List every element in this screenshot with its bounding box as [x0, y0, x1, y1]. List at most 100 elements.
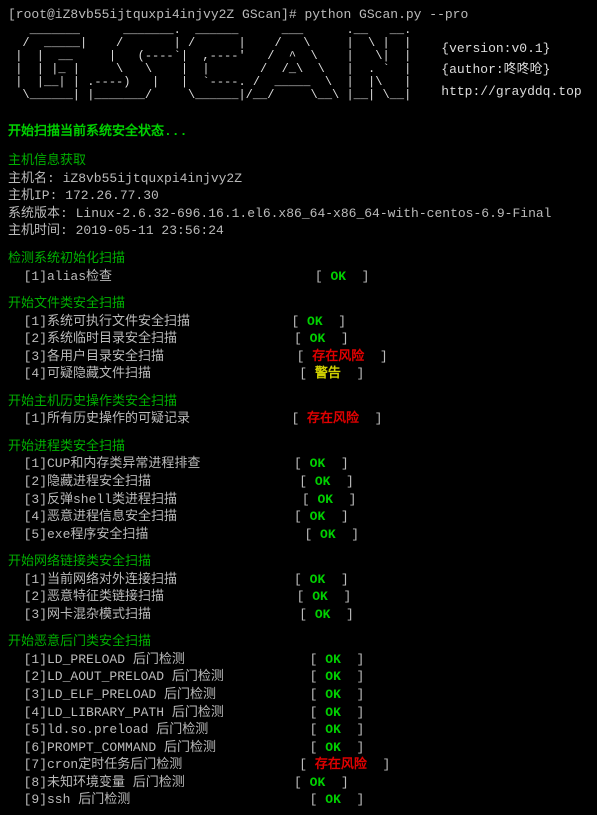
status-text: OK — [330, 269, 346, 284]
bracket-open: [ — [291, 314, 307, 329]
bracket-close: ] — [341, 705, 364, 720]
bracket-open: [ — [294, 509, 310, 524]
bracket-open: [ — [299, 474, 315, 489]
scan-item-row: [8]未知环境变量 后门检测 [ OK ] — [8, 774, 589, 792]
bracket-close: ] — [359, 411, 382, 426]
section-header: 开始恶意后门类安全扫描 — [8, 633, 589, 651]
bracket-open: [ — [297, 349, 313, 364]
bracket-open: [ — [310, 669, 326, 684]
scan-item-label: [2]恶意特征类链接扫描 — [8, 589, 297, 604]
section-header: 开始网络链接类安全扫描 — [8, 553, 589, 571]
status-text: OK — [307, 314, 323, 329]
bracket-close: ] — [330, 474, 353, 489]
section-header: 检测系统初始化扫描 — [8, 250, 589, 268]
url-text: http://grayddq.top — [441, 83, 581, 101]
scan-item-label: [4]恶意进程信息安全扫描 — [8, 509, 294, 524]
scan-item-label: [6]PROMPT_COMMAND 后门检测 — [8, 740, 310, 755]
section-header: 开始主机历史操作类安全扫描 — [8, 393, 589, 411]
bracket-close: ] — [325, 456, 348, 471]
bracket-open: [ — [302, 492, 318, 507]
bracket-close: ] — [328, 589, 351, 604]
bracket-open: [ — [299, 607, 315, 622]
scan-item-row: [9]ssh 后门检测 [ OK ] — [8, 791, 589, 809]
status-text: OK — [317, 492, 333, 507]
scan-item-row: [2]LD_AOUT_PRELOAD 后门检测 [ OK ] — [8, 668, 589, 686]
bracket-close: ] — [323, 314, 346, 329]
status-text: OK — [325, 792, 341, 807]
bracket-open: [ — [294, 572, 310, 587]
scan-item-row: [1]当前网络对外连接扫描 [ OK ] — [8, 571, 589, 589]
scan-item-label: [5]ld.so.preload 后门检测 — [8, 722, 310, 737]
scan-item-row: [1]系统可执行文件安全扫描 [ OK ] — [8, 313, 589, 331]
bracket-open: [ — [310, 740, 326, 755]
host-name-line: 主机名: iZ8vb55ijtquxpi4injvy2Z — [8, 170, 589, 188]
bracket-open: [ — [310, 705, 326, 720]
scan-item-row: [1]LD_PRELOAD 后门检测 [ OK ] — [8, 651, 589, 669]
host-ip-line: 主机IP: 172.26.77.30 — [8, 187, 589, 205]
status-text: 警告 — [315, 366, 341, 381]
status-text: OK — [315, 474, 331, 489]
host-header: 主机信息获取 — [8, 152, 589, 170]
scan-item-label: [3]网卡混杂模式扫描 — [8, 607, 299, 622]
start-scan-heading: 开始扫描当前系统安全状态... — [8, 123, 589, 141]
scan-item-label: [5]exe程序安全扫描 — [8, 527, 304, 542]
bracket-close: ] — [346, 269, 369, 284]
scan-item-row: [3]各用户目录安全扫描 [ 存在风险 ] — [8, 348, 589, 366]
bracket-open: [ — [310, 792, 326, 807]
scan-item-label: [1]系统可执行文件安全扫描 — [8, 314, 291, 329]
status-text: OK — [315, 607, 331, 622]
bracket-close: ] — [330, 607, 353, 622]
status-text: OK — [310, 456, 326, 471]
status-text: OK — [325, 705, 341, 720]
host-info-block: 主机信息获取 主机名: iZ8vb55ijtquxpi4injvy2Z 主机IP… — [8, 152, 589, 240]
status-text: OK — [320, 527, 336, 542]
scan-item-label: [3]反弹shell类进程扫描 — [8, 492, 302, 507]
scan-item-label: [2]系统临时目录安全扫描 — [8, 331, 294, 346]
scan-item-row: [4]恶意进程信息安全扫描 [ OK ] — [8, 508, 589, 526]
scan-item-label: [1]当前网络对外连接扫描 — [8, 572, 294, 587]
scan-item-label: [1]CUP和内存类异常进程排查 — [8, 456, 294, 471]
bracket-open: [ — [315, 269, 331, 284]
bracket-open: [ — [297, 589, 313, 604]
scan-item-row: [3]反弹shell类进程扫描 [ OK ] — [8, 491, 589, 509]
status-text: OK — [325, 669, 341, 684]
shell-prompt-line: [root@iZ8vb55ijtquxpi4injvy2Z GScan]# py… — [8, 6, 589, 24]
scan-item-row: [6]PROMPT_COMMAND 后门检测 [ OK ] — [8, 739, 589, 757]
bracket-open: [ — [310, 722, 326, 737]
scan-item-label: [2]LD_AOUT_PRELOAD 后门检测 — [8, 669, 310, 684]
author-text: {author:咚咚呛} — [441, 61, 581, 79]
scan-item-row: [5]exe程序安全扫描 [ OK ] — [8, 526, 589, 544]
bracket-close: ] — [341, 669, 364, 684]
scan-item-row: [7]cron定时任务后门检测 [ 存在风险 ] — [8, 756, 589, 774]
host-sysver-line: 系统版本: Linux-2.6.32-696.16.1.el6.x86_64-x… — [8, 205, 589, 223]
scan-item-row: [4]LD_LIBRARY_PATH 后门检测 [ OK ] — [8, 704, 589, 722]
host-time-line: 主机时间: 2019-05-11 23:56:24 — [8, 222, 589, 240]
bracket-close: ] — [341, 740, 364, 755]
bracket-open: [ — [291, 411, 307, 426]
bracket-open: [ — [310, 652, 326, 667]
bracket-open: [ — [310, 687, 326, 702]
scan-item-row: [2]隐藏进程安全扫描 [ OK ] — [8, 473, 589, 491]
status-text: 存在风险 — [315, 757, 367, 772]
status-text: OK — [310, 572, 326, 587]
scan-item-row: [4]可疑隐藏文件扫描 [ 警告 ] — [8, 365, 589, 383]
scan-item-label: [3]LD_ELF_PRELOAD 后门检测 — [8, 687, 310, 702]
scan-item-label: [8]未知环境变量 后门检测 — [8, 775, 294, 790]
scan-item-row: [1]所有历史操作的可疑记录 [ 存在风险 ] — [8, 410, 589, 428]
status-text: OK — [310, 509, 326, 524]
scan-item-row: [3]网卡混杂模式扫描 [ OK ] — [8, 606, 589, 624]
bracket-close: ] — [325, 331, 348, 346]
bracket-open: [ — [294, 775, 310, 790]
bracket-close: ] — [367, 757, 390, 772]
scan-item-label: [2]隐藏进程安全扫描 — [8, 474, 299, 489]
scan-sections: 检测系统初始化扫描 [1]alias检查 [ OK ]开始文件类安全扫描 [1]… — [8, 250, 589, 809]
scan-item-label: [9]ssh 后门检测 — [8, 792, 310, 807]
scan-item-row: [3]LD_ELF_PRELOAD 后门检测 [ OK ] — [8, 686, 589, 704]
bracket-close: ] — [333, 492, 356, 507]
scan-item-label: [1]LD_PRELOAD 后门检测 — [8, 652, 310, 667]
bracket-close: ] — [364, 349, 387, 364]
banner-row: _______ _______. ______ ___ .__ __. / __… — [8, 24, 589, 103]
scan-item-row: [1]CUP和内存类异常进程排查 [ OK ] — [8, 455, 589, 473]
scan-item-label: [1]alias检查 — [8, 269, 315, 284]
bracket-open: [ — [294, 331, 310, 346]
